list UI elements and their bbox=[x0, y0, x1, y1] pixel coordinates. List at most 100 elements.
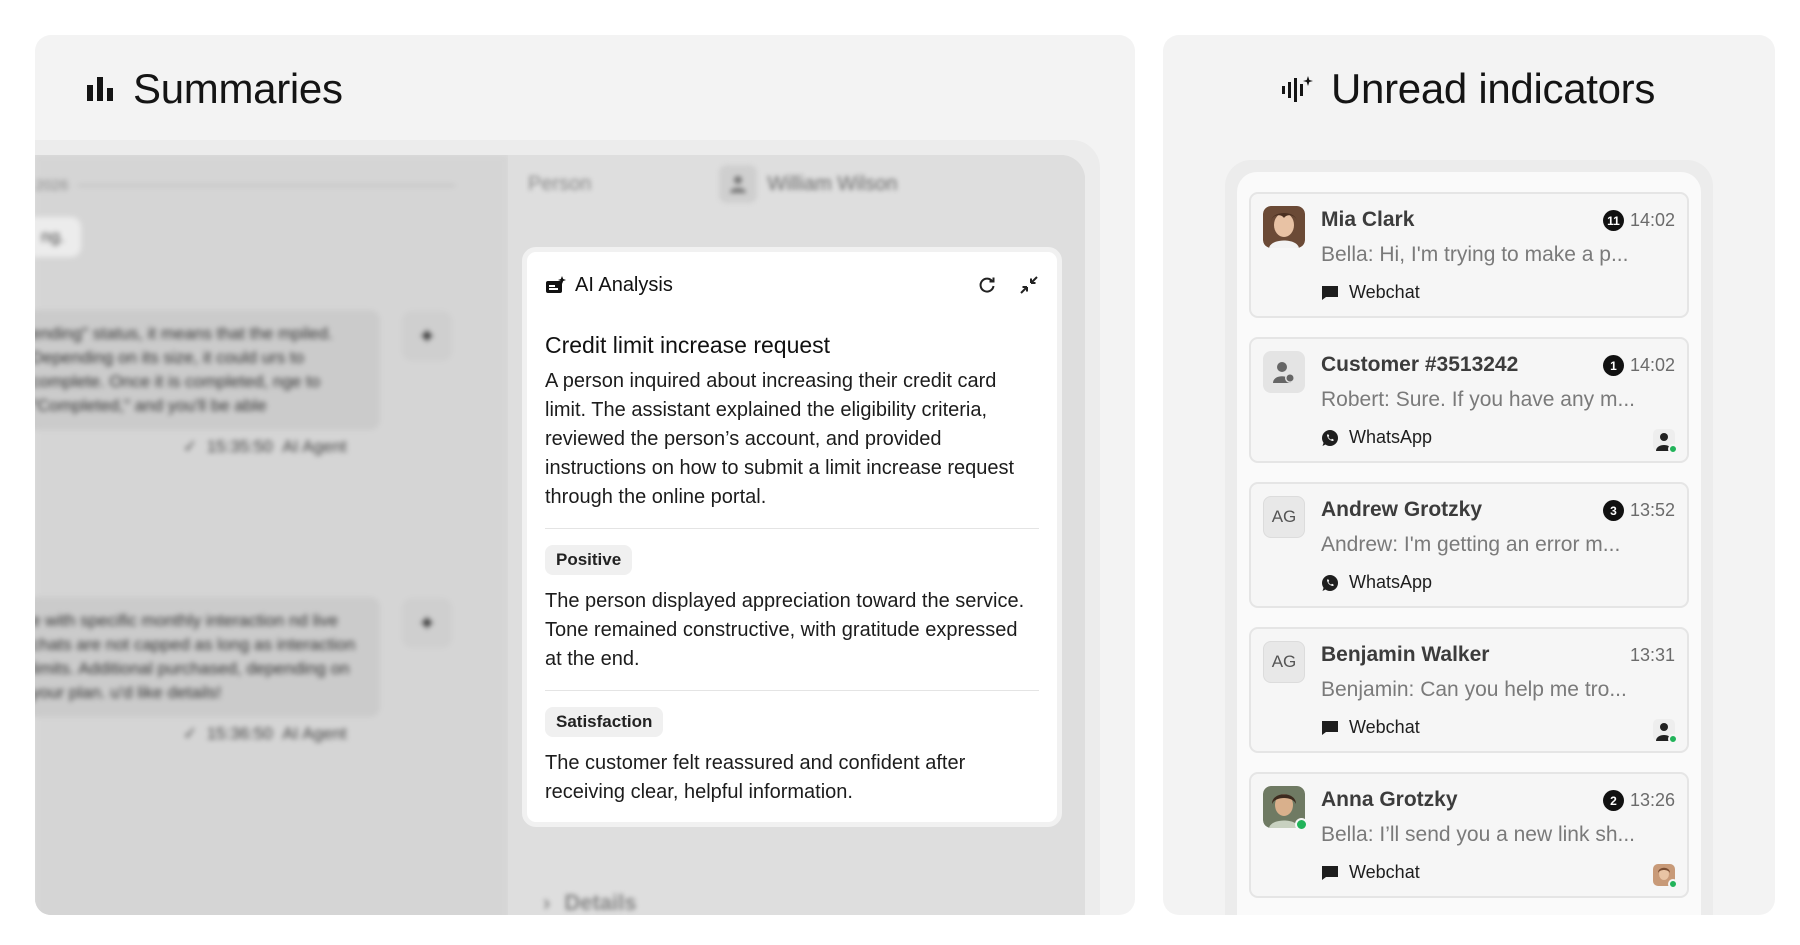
app-preview-frame: 2026 ng. ending" status, it means that t… bbox=[35, 140, 1100, 915]
channel-row: WhatsApp bbox=[1321, 427, 1432, 448]
chat-area-blurred: 2026 ng. ending" status, it means that t… bbox=[35, 155, 508, 915]
unread-count-badge: 3 bbox=[1602, 500, 1624, 521]
chat-bubble-icon bbox=[1322, 865, 1338, 880]
online-status-dot bbox=[1668, 879, 1678, 889]
avatar: AG bbox=[1263, 496, 1305, 538]
chat-bubble-icon bbox=[1322, 285, 1338, 300]
message-time: 13:52 bbox=[1629, 500, 1675, 520]
satisfaction-text: The customer felt reassured and confiden… bbox=[545, 752, 966, 803]
refresh-icon[interactable] bbox=[977, 275, 997, 295]
person-value[interactable]: William Wilson bbox=[719, 165, 897, 203]
unread-heading: Unread indicators bbox=[1281, 65, 1655, 113]
contact-name: Andrew Grotzky bbox=[1321, 498, 1483, 521]
contact-name: Benjamin Walker bbox=[1321, 643, 1490, 666]
online-status-dot bbox=[1295, 818, 1308, 831]
message-chip: ng. bbox=[35, 217, 81, 257]
conversation-meta: 11 14:02 bbox=[1602, 210, 1675, 231]
message-preview: Benjamin: Can you help me tro... bbox=[1321, 678, 1627, 701]
contact-name: Mia Clark bbox=[1321, 208, 1415, 231]
contact-name: Anna Grotzky bbox=[1321, 788, 1458, 811]
online-status-dot bbox=[1668, 444, 1678, 454]
message-meta: ✓ 15:36:50 AI Agent bbox=[183, 724, 347, 743]
sparkle-button[interactable]: ✦ bbox=[402, 598, 452, 648]
whatsapp-icon bbox=[1322, 429, 1338, 446]
summaries-heading: Summaries bbox=[85, 65, 343, 113]
conversation-meta: 3 13:52 bbox=[1602, 500, 1675, 521]
chat-bubble: e with specific monthly interaction nd l… bbox=[35, 597, 380, 717]
channel-row: Webchat bbox=[1321, 717, 1420, 738]
sentiment-text: The person displayed appreciation toward… bbox=[545, 590, 1025, 670]
sparkle-button[interactable]: ✦ bbox=[402, 311, 452, 361]
unread-count-badge: 1 bbox=[1602, 355, 1624, 376]
channel-row: WhatsApp bbox=[1321, 572, 1432, 593]
ai-analysis-card: AI Analysis Credit limit increase reques… bbox=[522, 247, 1062, 827]
avatar bbox=[1263, 786, 1308, 831]
person-row: Person William Wilson bbox=[528, 165, 897, 203]
message-preview: Bella: Hi, I'm trying to make a p... bbox=[1321, 243, 1629, 266]
avatar bbox=[1263, 351, 1305, 393]
conversation-item[interactable]: Mia Clark 11 14:02 Bella: Hi, I'm trying… bbox=[1249, 192, 1689, 318]
conversation-item[interactable]: Anna Grotzky 2 13:26 Bella: I’ll send yo… bbox=[1249, 772, 1689, 898]
analysis-title: Credit limit increase request bbox=[545, 332, 831, 358]
contact-name: Customer #3513242 bbox=[1321, 353, 1519, 376]
message-time: 13:31 bbox=[1629, 645, 1675, 665]
avatar bbox=[1263, 206, 1305, 248]
conversation-list-frame: Mia Clark 11 14:02 Bella: Hi, I'm trying… bbox=[1225, 160, 1713, 915]
unread-count-badge: 11 bbox=[1602, 210, 1624, 231]
chevron-right-icon: › bbox=[543, 890, 551, 915]
assigned-agent-avatar bbox=[1653, 429, 1678, 454]
conversation-meta: 1 14:02 bbox=[1602, 355, 1675, 376]
person-label: Person bbox=[528, 172, 592, 195]
avatar-initials: AG bbox=[1263, 641, 1305, 683]
app-preview: 2026 ng. ending" status, it means that t… bbox=[35, 155, 1085, 915]
message-preview: Andrew: I'm getting an error m... bbox=[1321, 533, 1621, 556]
channel-name: Webchat bbox=[1349, 282, 1420, 302]
person-icon bbox=[719, 165, 758, 203]
summaries-panel: Summaries 2026 ng. ending" status, it me… bbox=[35, 35, 1135, 915]
conversation-item[interactable]: Customer #3513242 1 14:02 Robert: Sure. … bbox=[1249, 337, 1689, 463]
avatar: AG bbox=[1263, 641, 1305, 683]
message-meta: ✓ 15:35:50 AI Agent bbox=[183, 437, 347, 456]
details-label: Details bbox=[564, 890, 637, 915]
ai-analysis-label: AI Analysis bbox=[575, 273, 673, 296]
online-status-dot bbox=[1668, 734, 1678, 744]
conversation-meta: 13:31 bbox=[1630, 645, 1675, 666]
message-preview: Bella: I’ll send you a new link sh... bbox=[1321, 823, 1635, 846]
channel-name: WhatsApp bbox=[1349, 572, 1433, 592]
channel-name: WhatsApp bbox=[1349, 427, 1433, 447]
conversation-meta: 2 13:26 bbox=[1602, 790, 1675, 811]
details-toggle[interactable]: › Details bbox=[543, 890, 636, 915]
analysis-summary: A person inquired about increasing their… bbox=[545, 370, 1015, 508]
channel-row: Webchat bbox=[1321, 282, 1420, 303]
unread-count-badge: 2 bbox=[1602, 790, 1624, 811]
chat-bubble-icon bbox=[1322, 720, 1338, 735]
unread-indicators-panel: Unread indicators Mia Clark 11 14:02 Bel… bbox=[1163, 35, 1775, 915]
date-separator: 2026 bbox=[35, 177, 455, 194]
person-icon bbox=[1263, 351, 1305, 393]
conversation-list: Mia Clark 11 14:02 Bella: Hi, I'm trying… bbox=[1237, 172, 1701, 915]
summaries-title: Summaries bbox=[133, 65, 343, 112]
divider bbox=[545, 528, 1039, 529]
ai-sparkle-card-icon bbox=[546, 276, 566, 293]
assigned-agent-avatar bbox=[1653, 719, 1678, 744]
sound-sparkle-icon bbox=[1282, 76, 1313, 102]
sentiment-tag: Positive bbox=[545, 545, 633, 575]
message-time: 14:02 bbox=[1629, 210, 1675, 230]
assigned-agent-avatar bbox=[1653, 864, 1678, 889]
bar-chart-icon bbox=[87, 77, 113, 101]
satisfaction-tag: Satisfaction bbox=[545, 707, 664, 737]
whatsapp-icon bbox=[1322, 574, 1338, 591]
divider bbox=[545, 690, 1039, 691]
date-text: 2026 bbox=[35, 177, 69, 194]
channel-name: Webchat bbox=[1349, 717, 1420, 737]
conversation-item[interactable]: AG Benjamin Walker 13:31 Benjamin: Can y… bbox=[1249, 627, 1689, 753]
channel-row: Webchat bbox=[1321, 862, 1420, 883]
conversation-item[interactable]: AG Andrew Grotzky 3 13:52 Andrew: I'm ge… bbox=[1249, 482, 1689, 608]
collapse-icon[interactable] bbox=[1019, 275, 1039, 295]
channel-name: Webchat bbox=[1349, 862, 1420, 882]
person-name: William Wilson bbox=[767, 172, 898, 195]
message-preview: Robert: Sure. If you have any m... bbox=[1321, 388, 1635, 411]
message-time: 13:26 bbox=[1629, 790, 1675, 810]
chat-bubble: ending" status, it means that the mpiled… bbox=[35, 310, 380, 430]
user-photo bbox=[1263, 206, 1305, 248]
